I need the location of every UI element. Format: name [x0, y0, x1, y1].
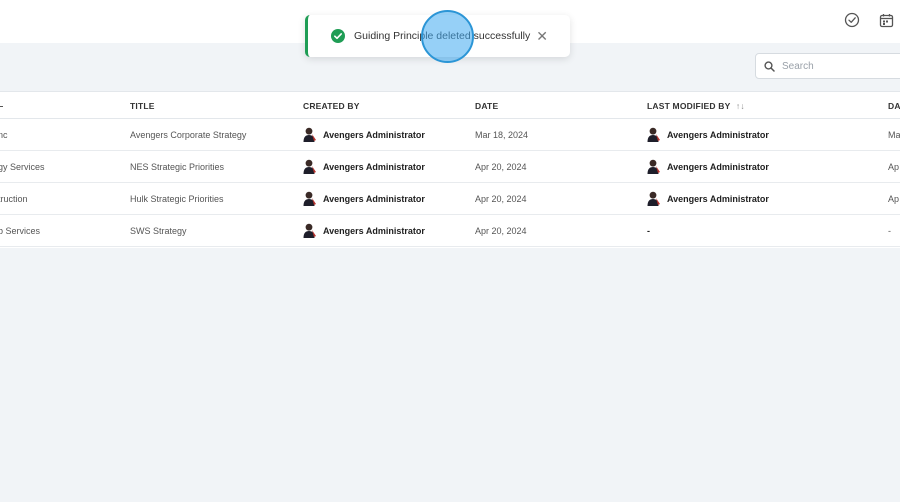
cell-title: Hulk Strategic Priorities: [130, 194, 224, 204]
cell-date-modified: -: [888, 226, 891, 236]
header-last-modified-by-label: LAST MODIFIED BY: [647, 101, 731, 111]
avatar: [647, 191, 661, 206]
cell-date-modified: Ap: [888, 194, 900, 204]
cell-last-modified-by: Avengers Administrator: [647, 159, 769, 174]
header-last-modified-by[interactable]: LAST MODIFIED BY ↑↓: [647, 101, 745, 111]
guiding-principles-table: TITLE CREATED BY DATE LAST MODIFIED BY ↑…: [0, 91, 900, 248]
cell-date: Mar 18, 2024: [475, 130, 529, 140]
avatar: [303, 127, 317, 142]
header-date-modified[interactable]: DA: [888, 101, 900, 111]
success-check-icon: [331, 29, 345, 43]
search-icon: [764, 60, 775, 72]
cell-date-modified: Ma: [888, 130, 900, 140]
user-name: Avengers Administrator: [667, 161, 769, 172]
header-title[interactable]: TITLE: [130, 101, 155, 111]
user-name: Avengers Administrator: [323, 129, 425, 140]
cell-first-column: b Services: [0, 226, 41, 236]
table-header-row: TITLE CREATED BY DATE LAST MODIFIED BY ↑…: [0, 91, 900, 119]
search-input[interactable]: [782, 60, 900, 72]
success-toast: Guiding Principle deleted successfully ✕: [305, 15, 570, 57]
cell-title: SWS Strategy: [130, 226, 187, 236]
cell-date: Apr 20, 2024: [475, 226, 527, 236]
cell-last-modified-by: Avengers Administrator: [647, 191, 769, 206]
avatar: [303, 159, 317, 174]
cell-created-by: Avengers Administrator: [303, 223, 425, 238]
header-created-by[interactable]: CREATED BY: [303, 101, 360, 111]
user-name: Avengers Administrator: [323, 161, 425, 172]
cell-first-column: nc: [0, 130, 8, 140]
cell-created-by: Avengers Administrator: [303, 159, 425, 174]
cell-title: NES Strategic Priorities: [130, 162, 225, 172]
cell-date: Apr 20, 2024: [475, 162, 527, 172]
table-row[interactable]: gy Services NES Strategic Priorities Aveng…: [0, 151, 900, 183]
cell-last-modified-by: Avengers Administrator: [647, 127, 769, 142]
user-name: Avengers Administrator: [323, 193, 425, 204]
cell-date-modified: Ap: [888, 162, 900, 172]
header-first-column[interactable]: [0, 101, 3, 111]
table-row[interactable]: b Services SWS Strategy Avengers Administr…: [0, 215, 900, 247]
user-name: Avengers Administrator: [323, 225, 425, 236]
close-icon[interactable]: ✕: [536, 29, 548, 43]
cell-title: Avengers Corporate Strategy: [130, 130, 247, 140]
user-name: Avengers Administrator: [667, 193, 769, 204]
cell-created-by: Avengers Administrator: [303, 191, 425, 206]
avatar: [303, 223, 317, 238]
avatar: [647, 159, 661, 174]
check-circle-icon[interactable]: [843, 11, 861, 29]
cell-created-by: Avengers Administrator: [303, 127, 425, 142]
column-fragment-icon: [0, 106, 3, 108]
cell-date: Apr 20, 2024: [475, 194, 527, 204]
table-row[interactable]: truction Hulk Strategic Priorities Avenger…: [0, 183, 900, 215]
search-box[interactable]: [755, 53, 900, 79]
user-name: Avengers Administrator: [667, 129, 769, 140]
sort-arrows-icon[interactable]: ↑↓: [736, 101, 745, 111]
avatar: [647, 127, 661, 142]
toast-message: Guiding Principle deleted successfully: [354, 30, 531, 42]
cell-last-modified-by: -: [647, 226, 650, 236]
calendar-icon[interactable]: [877, 11, 895, 29]
table-row[interactable]: nc Avengers Corporate Strategy Avengers Ad…: [0, 119, 900, 151]
avatar: [303, 191, 317, 206]
cell-first-column: truction: [0, 194, 28, 204]
header-date[interactable]: DATE: [475, 101, 498, 111]
cell-first-column: gy Services: [0, 162, 45, 172]
